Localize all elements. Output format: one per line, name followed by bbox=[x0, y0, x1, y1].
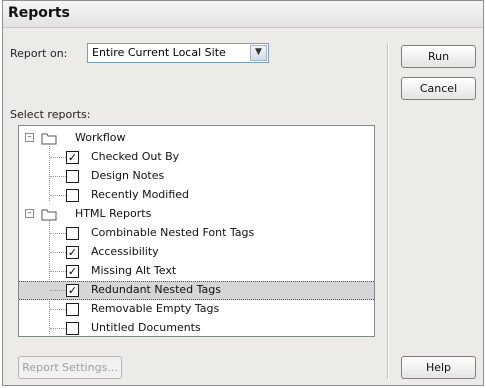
report-item-recently-modified[interactable]: Recently Modified bbox=[19, 186, 374, 205]
checkbox-recently-modified[interactable] bbox=[66, 189, 79, 202]
tree-group-label: HTML Reports bbox=[75, 207, 152, 220]
dialog-title: Reports bbox=[8, 5, 70, 21]
reports-tree: – Workflow ✓ Checked Out By Design Notes… bbox=[18, 125, 375, 337]
report-item-label: Redundant Nested Tags bbox=[91, 283, 221, 296]
help-button[interactable]: Help bbox=[401, 356, 476, 379]
report-on-label: Report on: bbox=[10, 47, 68, 60]
tree-group-label: Workflow bbox=[75, 131, 126, 144]
tree-connector bbox=[50, 290, 66, 291]
tree-connector bbox=[50, 176, 66, 177]
report-item-untitled-documents[interactable]: Untitled Documents bbox=[19, 319, 374, 336]
checkbox-untitled-documents[interactable] bbox=[66, 322, 79, 335]
report-item-design-notes[interactable]: Design Notes bbox=[19, 167, 374, 186]
report-item-label: Accessibility bbox=[91, 245, 159, 258]
checkbox-removable-empty-tags[interactable] bbox=[66, 303, 79, 316]
report-item-checked-out-by[interactable]: ✓ Checked Out By bbox=[19, 148, 374, 167]
title-bar: Reports bbox=[3, 1, 483, 28]
tree-connector bbox=[50, 157, 66, 158]
cancel-button[interactable]: Cancel bbox=[401, 77, 476, 100]
reports-dialog: Reports Report on: Entire Current Local … bbox=[2, 0, 484, 386]
checkbox-redundant-nested-tags[interactable]: ✓ bbox=[66, 284, 79, 297]
tree-connector bbox=[50, 309, 66, 310]
minus-box-icon[interactable]: – bbox=[25, 209, 34, 218]
tree-connector bbox=[50, 271, 66, 272]
report-item-label: Design Notes bbox=[91, 169, 165, 182]
report-item-label: Recently Modified bbox=[91, 188, 190, 201]
report-item-label: Removable Empty Tags bbox=[91, 302, 220, 315]
tree-connector bbox=[50, 233, 66, 234]
minus-box-icon[interactable]: – bbox=[25, 133, 34, 142]
report-item-label: Combinable Nested Font Tags bbox=[91, 226, 255, 239]
checkbox-design-notes[interactable] bbox=[66, 170, 79, 183]
tree-group-html-reports[interactable]: – HTML Reports bbox=[19, 205, 374, 224]
report-item-redundant-nested-tags[interactable]: ✓ Redundant Nested Tags bbox=[19, 281, 374, 300]
report-item-label: Untitled Documents bbox=[91, 321, 201, 334]
tree-connector bbox=[50, 195, 66, 196]
report-on-select[interactable]: Entire Current Local Site ▼ bbox=[87, 43, 269, 63]
report-item-missing-alt-text[interactable]: ✓ Missing Alt Text bbox=[19, 262, 374, 281]
report-item-label: Missing Alt Text bbox=[91, 264, 177, 277]
run-button[interactable]: Run bbox=[401, 45, 476, 68]
tree-connector bbox=[50, 252, 66, 253]
checkbox-accessibility[interactable]: ✓ bbox=[66, 246, 79, 259]
vertical-divider bbox=[387, 43, 389, 379]
report-item-accessibility[interactable]: ✓ Accessibility bbox=[19, 243, 374, 262]
checkbox-missing-alt-text[interactable]: ✓ bbox=[66, 265, 79, 278]
report-settings-button[interactable]: Report Settings... bbox=[18, 356, 122, 379]
checkbox-checked-out-by[interactable]: ✓ bbox=[66, 151, 79, 164]
tree-connector bbox=[50, 328, 66, 329]
select-reports-label: Select reports: bbox=[10, 108, 91, 121]
checkbox-combinable-nested-font-tags[interactable] bbox=[66, 227, 79, 240]
chevron-down-icon[interactable]: ▼ bbox=[250, 45, 267, 61]
report-item-removable-empty-tags[interactable]: Removable Empty Tags bbox=[19, 300, 374, 319]
report-on-value: Entire Current Local Site bbox=[92, 46, 226, 59]
report-item-combinable-nested-font-tags[interactable]: Combinable Nested Font Tags bbox=[19, 224, 374, 243]
report-item-label: Checked Out By bbox=[91, 150, 180, 163]
tree-group-workflow[interactable]: – Workflow bbox=[19, 129, 374, 148]
